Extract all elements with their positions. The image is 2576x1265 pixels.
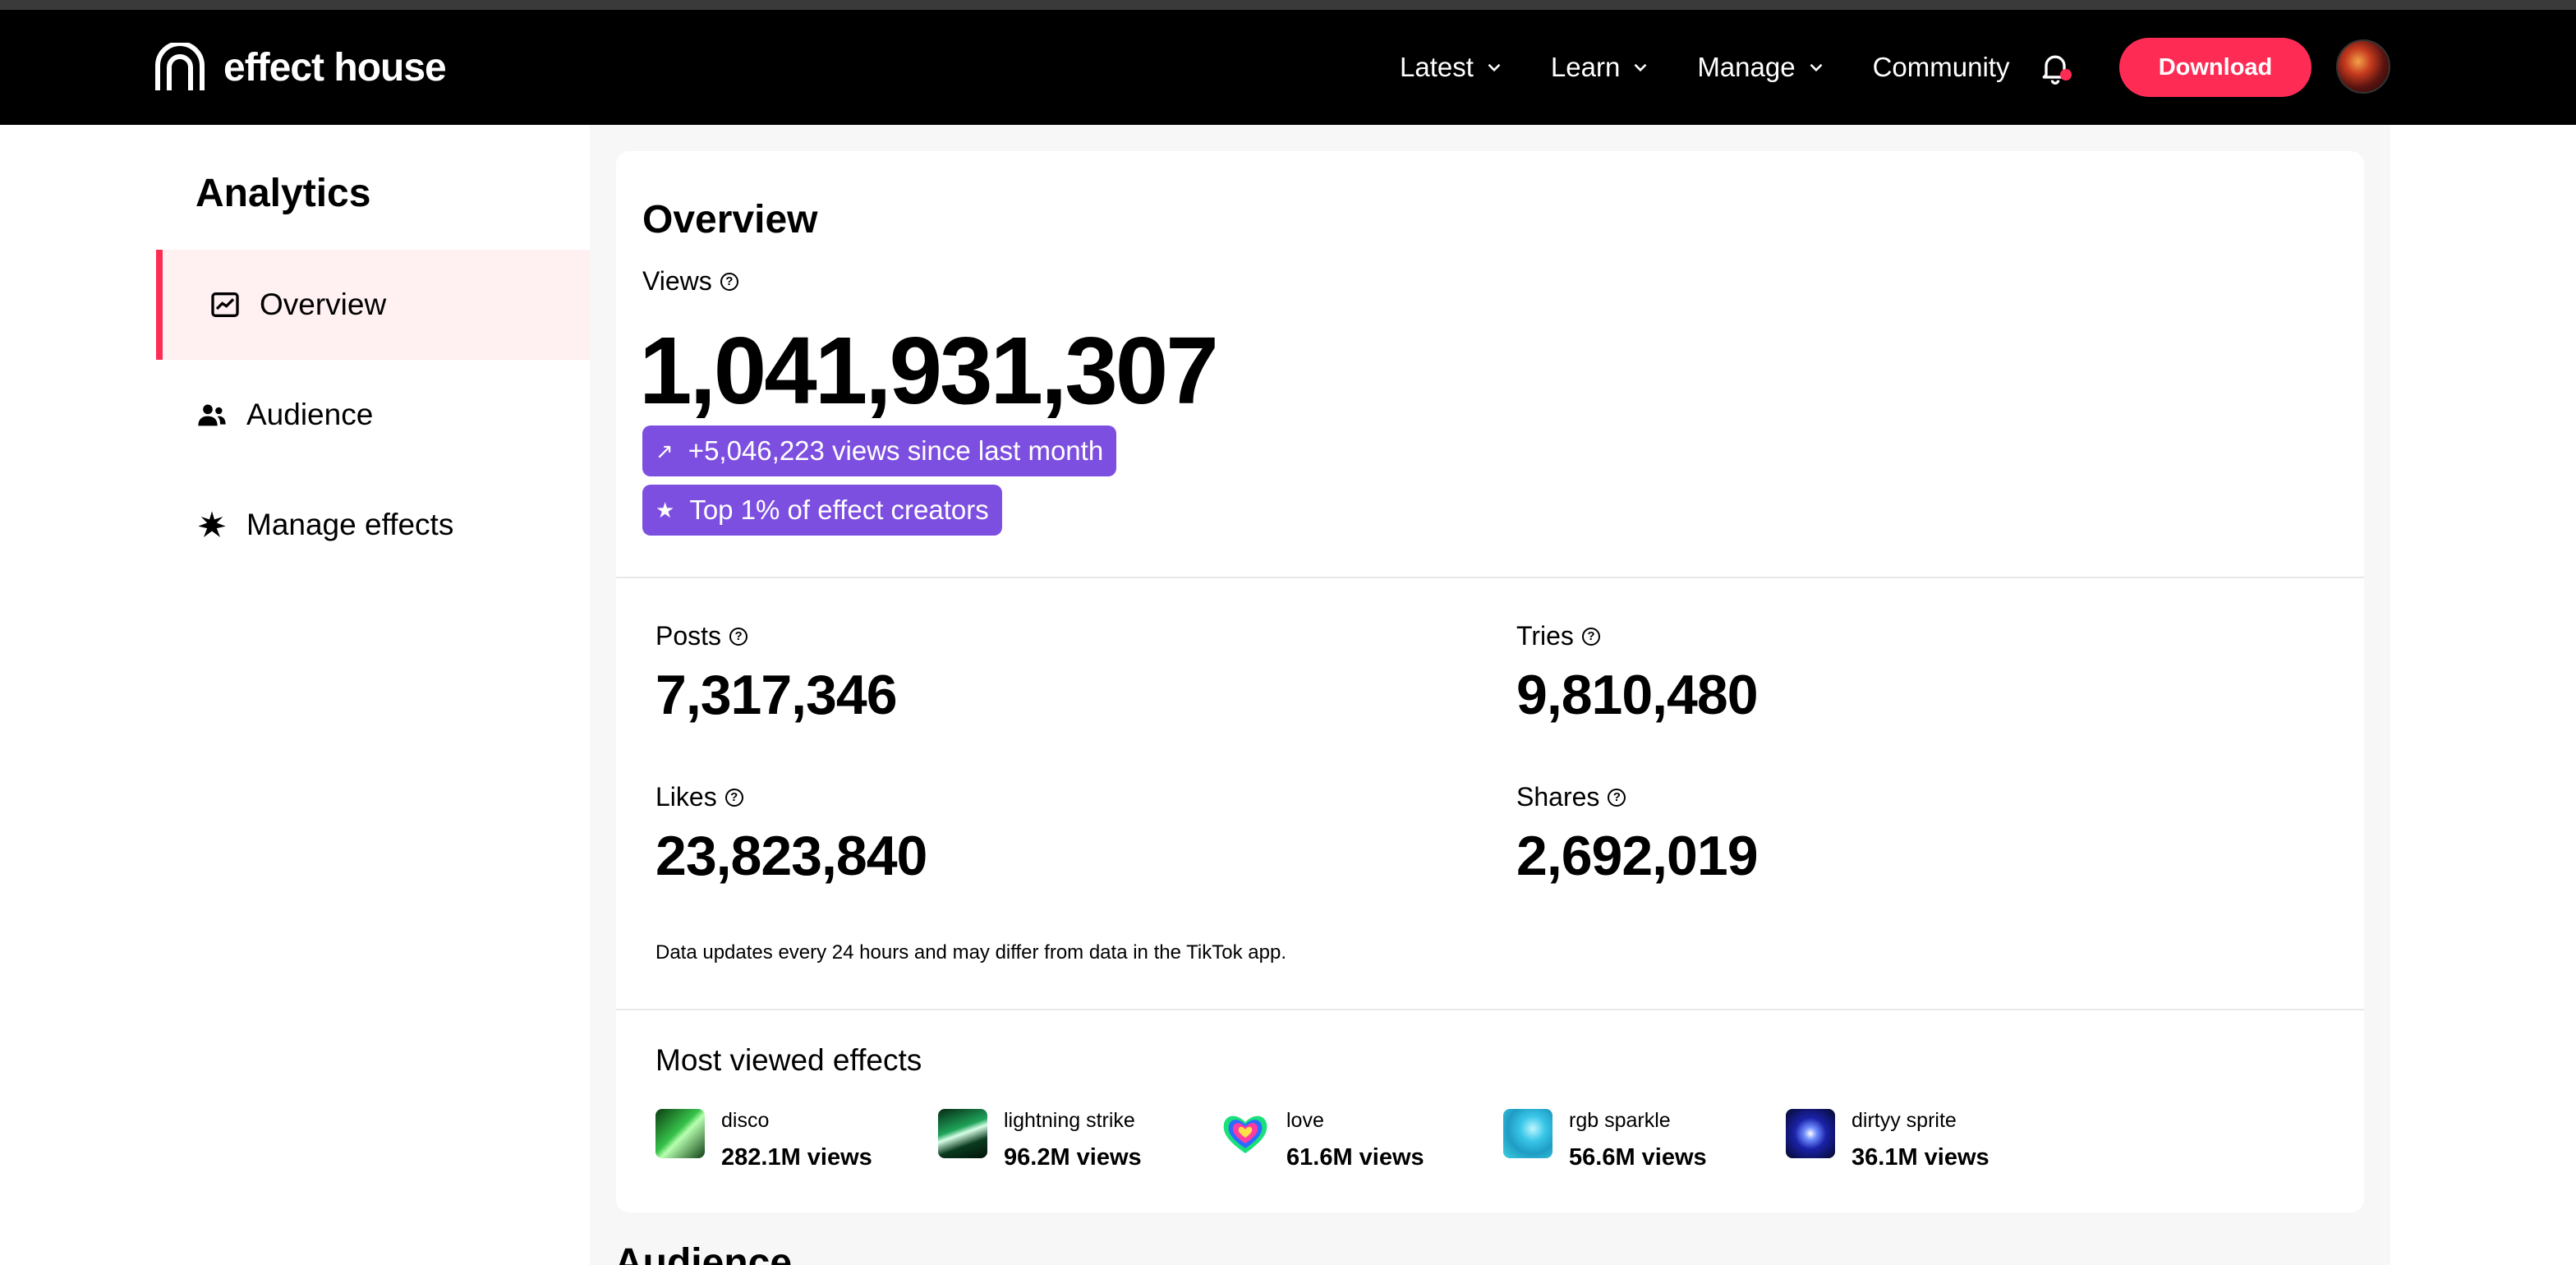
stat-label: Likes ? (656, 782, 927, 812)
stat-likes: Likes ? 23,823,840 (656, 782, 927, 888)
nav-community-label: Community (1872, 52, 2010, 82)
stat-value: 9,810,480 (1516, 664, 1759, 726)
sidebar-title: Analytics (196, 172, 371, 215)
help-icon[interactable]: ? (729, 627, 748, 646)
chevron-down-icon (1810, 63, 1822, 72)
sidebar-item-label: Overview (260, 288, 387, 321)
effect-views: 96.2M views (1004, 1144, 1142, 1171)
growth-badge: ↗ +5,046,223 views since last month (642, 426, 1117, 476)
effect-name: rgb sparkle (1569, 1109, 1671, 1132)
divider (616, 1009, 2364, 1010)
growth-badge-text: +5,046,223 views since last month (688, 435, 1104, 466)
download-button[interactable]: Download (2119, 38, 2312, 97)
effect-item[interactable]: love 61.6M views (1221, 1109, 1424, 1171)
rank-badge: ★ Top 1% of effect creators (642, 485, 1002, 536)
help-icon[interactable]: ? (1581, 627, 1600, 646)
rank-badge-text: Top 1% of effect creators (689, 494, 989, 525)
overview-card: Overview Views ? 1,041,931,307 ↗ +5,046,… (616, 151, 2364, 1212)
site-header: effect house Latest Learn Manage Communi… (0, 10, 2576, 125)
sidebar-item-overview[interactable]: Overview (156, 250, 590, 360)
most-viewed-title: Most viewed effects (656, 1043, 922, 1077)
effect-item[interactable]: dirtyy sprite 36.1M views (1786, 1109, 1990, 1171)
heart-thumbnail (1223, 1116, 1267, 1153)
views-label: Views ? (642, 266, 738, 297)
nav-community[interactable]: Community (1873, 52, 2010, 83)
main-nav: Latest Learn Manage Community (1400, 10, 2055, 125)
nav-learn[interactable]: Learn (1551, 52, 1651, 83)
effect-thumbnail (938, 1109, 987, 1158)
stat-posts: Posts ? 7,317,346 (656, 621, 898, 727)
effect-name: dirtyy sprite (1852, 1109, 1957, 1132)
sidebar-item-label: Audience (246, 398, 374, 431)
data-update-note: Data updates every 24 hours and may diff… (656, 941, 1286, 964)
stat-tries: Tries ? 9,810,480 (1516, 621, 1759, 727)
page-title: Overview (642, 198, 818, 242)
nav-manage[interactable]: Manage (1697, 52, 1826, 83)
effect-item[interactable]: disco 282.1M views (656, 1109, 872, 1171)
stat-label: Shares ? (1516, 782, 1758, 812)
sidebar-item-label: Manage effects (246, 508, 454, 541)
stat-label-text: Posts (656, 621, 722, 651)
views-label-text: Views (642, 266, 712, 296)
users-icon (198, 404, 226, 426)
help-icon[interactable]: ? (720, 272, 738, 291)
effect-views: 61.6M views (1286, 1144, 1424, 1171)
logo[interactable]: effect house (154, 43, 447, 92)
effect-name: lightning strike (1004, 1109, 1135, 1132)
effect-thumbnail (1786, 1109, 1835, 1158)
nav-latest[interactable]: Latest (1400, 52, 1505, 83)
stat-label-text: Likes (656, 782, 717, 812)
sidebar-item-audience[interactable]: Audience (156, 360, 590, 470)
stat-label: Posts ? (656, 621, 897, 651)
sidebar-item-manage-effects[interactable]: Manage effects (156, 470, 590, 580)
stat-value: 7,317,346 (656, 664, 898, 726)
stat-value: 2,692,019 (1516, 825, 1759, 887)
nav-learn-label: Learn (1550, 52, 1621, 82)
arrow-up-right-icon: ↗ (656, 438, 674, 463)
stat-shares: Shares ? 2,692,019 (1516, 782, 1759, 888)
chevron-down-icon (1488, 63, 1501, 72)
divider (616, 577, 2364, 578)
chevron-down-icon (1634, 63, 1647, 72)
effect-thumbnail (1503, 1109, 1552, 1158)
notifications-button[interactable] (2037, 49, 2073, 85)
audience-section-title: Audience (614, 1241, 793, 1265)
effect-views: 36.1M views (1852, 1144, 1990, 1171)
effect-item[interactable]: lightning strike 96.2M views (938, 1109, 1142, 1171)
stat-label-text: Tries (1516, 621, 1574, 651)
help-icon[interactable]: ? (724, 788, 743, 807)
notification-dot (2060, 69, 2072, 80)
effect-name: disco (721, 1109, 770, 1132)
effect-thumbnail (656, 1109, 705, 1158)
views-value: 1,041,931,307 (639, 317, 1219, 424)
effect-views: 56.6M views (1569, 1144, 1707, 1171)
star-icon: ★ (656, 497, 675, 522)
browser-top-strip (0, 0, 2576, 10)
sparkle-icon (198, 511, 226, 537)
chart-icon (211, 292, 239, 317)
effect-views: 282.1M views (721, 1144, 872, 1171)
help-icon[interactable]: ? (1608, 788, 1626, 807)
stat-value: 23,823,840 (656, 825, 927, 887)
logo-text: effect house (223, 45, 447, 90)
stat-label-text: Shares (1516, 782, 1600, 812)
stat-label: Tries ? (1516, 621, 1758, 651)
effect-item[interactable]: rgb sparkle 56.6M views (1503, 1109, 1707, 1171)
effect-name: love (1286, 1109, 1324, 1132)
nav-manage-label: Manage (1697, 52, 1796, 82)
nav-latest-label: Latest (1400, 52, 1474, 82)
sidebar: Analytics Overview Audience Manage effec… (0, 125, 590, 1265)
logo-arch-icon (155, 43, 205, 90)
avatar[interactable] (2336, 39, 2390, 94)
